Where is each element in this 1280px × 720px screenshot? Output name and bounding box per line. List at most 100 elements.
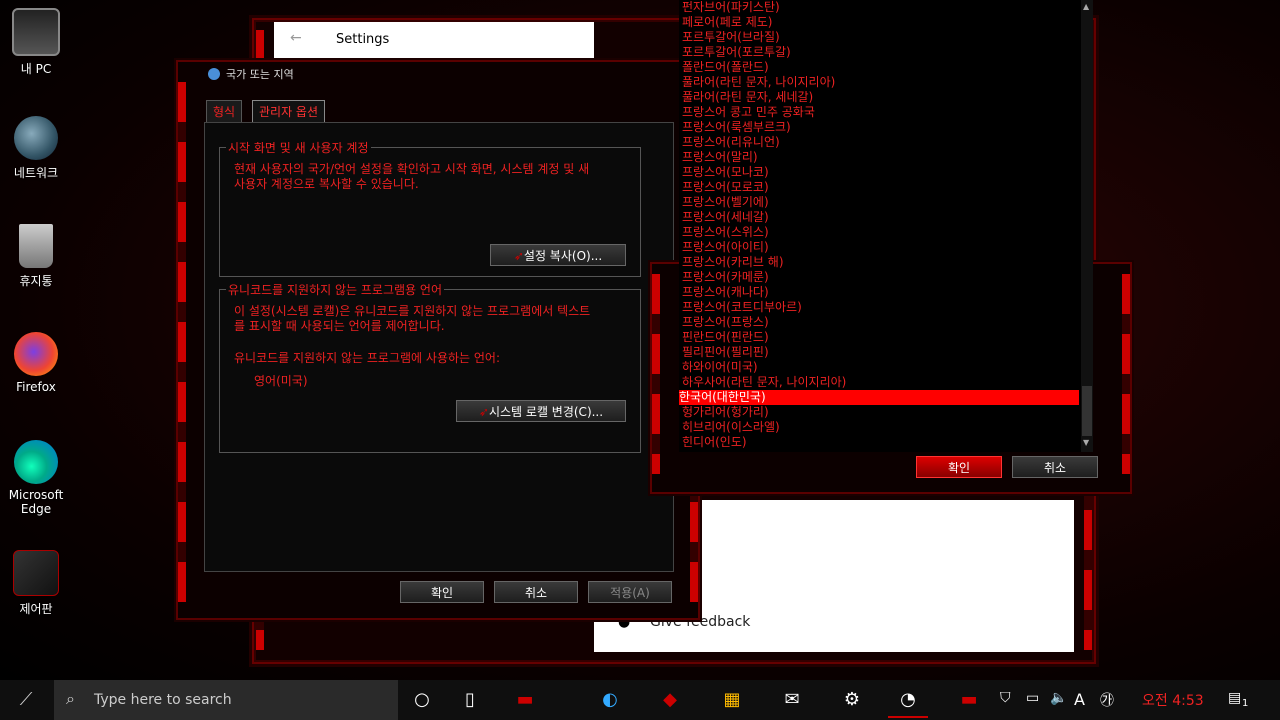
- locale-cancel-button[interactable]: 취소: [1012, 456, 1098, 478]
- desktop-icon-recycle-bin[interactable]: 휴지통: [4, 224, 68, 289]
- region-clock-icon[interactable]: ◔: [888, 684, 928, 718]
- settings-titlebar: ← Settings: [274, 22, 594, 58]
- locale-list-item[interactable]: 프랑스어(세네갈): [682, 210, 769, 225]
- tab-format[interactable]: 형식: [206, 100, 243, 123]
- locale-list-item[interactable]: 프랑스어(스위스): [682, 225, 769, 240]
- desktop-icon-network[interactable]: 네트워크: [4, 116, 68, 181]
- settings-gear-icon[interactable]: ⚙: [832, 684, 872, 716]
- locale-list-item[interactable]: 프랑스어(벨기에): [682, 195, 769, 210]
- ime-icon[interactable]: ㉮: [1100, 690, 1114, 710]
- locale-list-item[interactable]: 힌디어(인도): [682, 435, 747, 450]
- notification-count: 1: [1242, 698, 1249, 709]
- control-panel-icon: [13, 550, 59, 596]
- start-icon[interactable]: ⟋: [6, 684, 46, 716]
- store-icon[interactable]: ▦: [712, 684, 752, 716]
- locale-list-item[interactable]: 프랑스어(캐나다): [682, 285, 769, 300]
- locale-list-item[interactable]: 페로어(페로 제도): [682, 15, 772, 30]
- desktop-icon-label: Firefox: [16, 380, 56, 394]
- group-welcome-screen: 시작 화면 및 새 사용자 계정 현재 사용자의 국가/언어 설정을 확인하고 …: [219, 139, 641, 277]
- desktop-icon-firefox[interactable]: Firefox: [4, 332, 68, 394]
- taskbar-search[interactable]: ⌕ Type here to search: [54, 680, 398, 720]
- search-placeholder: Type here to search: [94, 692, 232, 708]
- locale-list-item[interactable]: 프랑스어(룩셈부르크): [682, 120, 791, 135]
- locale-list-item[interactable]: 프랑스어 콩고 민주 공화국: [682, 105, 815, 120]
- locale-list-item[interactable]: 풀라어(라틴 문자, 세네갈): [682, 90, 813, 105]
- locale-list-item[interactable]: 폴란드어(폴란드): [682, 60, 769, 75]
- region-ok-button[interactable]: 확인: [400, 581, 484, 603]
- admin-options-panel: 시작 화면 및 새 사용자 계정 현재 사용자의 국가/언어 설정을 확인하고 …: [204, 122, 674, 572]
- locale-list-item[interactable]: 프랑스어(모나코): [682, 165, 769, 180]
- tab-admin-options[interactable]: 관리자 옵션: [252, 100, 326, 123]
- armoury-icon[interactable]: ◆: [650, 684, 690, 716]
- locale-list-item[interactable]: 프랑스어(코트디부아르): [682, 300, 802, 315]
- locale-list-item[interactable]: 히브리어(이스라엘): [682, 420, 780, 435]
- group-description: 사용자 계정으로 복사할 수 있습니다.: [234, 177, 419, 191]
- desktop-icon-label: 제어판: [19, 602, 53, 616]
- locale-list-item[interactable]: 프랑스어(리유니언): [682, 135, 780, 150]
- monitor-icon: [12, 8, 60, 56]
- locale-list-item[interactable]: 프랑스어(아이티): [682, 240, 769, 255]
- locale-list-item[interactable]: 핀란드어(핀란드): [682, 330, 769, 345]
- input-indicator-icon[interactable]: A: [1074, 690, 1085, 709]
- locale-list-item[interactable]: 포르투갈어(브라질): [682, 30, 780, 45]
- shield-icon: ➶: [513, 249, 524, 263]
- locale-list-item[interactable]: 풀라어(라틴 문자, 나이지리아): [682, 75, 835, 90]
- locale-list-item[interactable]: 펀자브어(파키스탄): [682, 0, 780, 15]
- group-description: 현재 사용자의 국가/언어 설정을 확인하고 시작 화면, 시스템 계정 및 새: [234, 162, 590, 176]
- desktop-icon-this-pc[interactable]: 내 PC: [4, 8, 68, 77]
- locale-list-item[interactable]: 프랑스어(카메룬): [682, 270, 769, 285]
- change-system-locale-button[interactable]: ➶시스템 로캘 변경(C)...: [456, 400, 626, 422]
- region-dialog-title: 국가 또는 지역: [226, 68, 294, 81]
- locale-list-item[interactable]: 필리핀어(필리핀): [682, 345, 769, 360]
- locale-ok-button[interactable]: 확인: [916, 456, 1002, 478]
- list-scrollbar[interactable]: ▲ ▼: [1081, 0, 1093, 452]
- group-description: 유니코드를 지원하지 않는 프로그램에 사용하는 언어:: [234, 351, 500, 365]
- copy-settings-button[interactable]: ➶설정 복사(O)...: [490, 244, 626, 266]
- mail-icon[interactable]: ✉: [772, 684, 812, 716]
- locale-list-item[interactable]: 하우사어(라틴 문자, 나이지리아): [682, 375, 846, 390]
- trash-icon: [19, 224, 53, 268]
- desktop-icon-label: Microsoft Edge: [8, 488, 64, 516]
- volume-icon[interactable]: 🔈: [1050, 690, 1067, 706]
- scroll-down-icon[interactable]: ▼: [1083, 438, 1089, 447]
- scroll-up-icon[interactable]: ▲: [1083, 2, 1089, 11]
- shield-tray-icon[interactable]: ⛉: [1000, 690, 1011, 706]
- window-decoration: [178, 82, 186, 602]
- edge-icon: [14, 440, 58, 484]
- group-legend: 유니코드를 지원하지 않는 프로그램용 언어: [226, 281, 444, 298]
- network-icon[interactable]: ▭: [1026, 690, 1039, 706]
- desktop-icon-label: 내 PC: [20, 62, 52, 76]
- settings-title: Settings: [336, 32, 390, 47]
- decoration-icon: ▬: [960, 689, 978, 710]
- decoration-icon: ▬: [516, 689, 534, 710]
- locale-list-item[interactable]: 포르투갈어(포르투갈): [682, 45, 791, 60]
- change-locale-label: 시스템 로캘 변경(C)...: [488, 405, 604, 419]
- locale-list-item[interactable]: 프랑스어(모로코): [682, 180, 769, 195]
- edge-icon[interactable]: ◐: [590, 684, 630, 716]
- cortana-icon[interactable]: ○: [402, 684, 442, 716]
- task-view-icon[interactable]: ▯: [450, 684, 490, 716]
- notification-icon[interactable]: ▤: [1228, 690, 1241, 706]
- window-decoration: [652, 274, 660, 474]
- locale-dropdown-list[interactable]: 펀자브어(파키스탄) 페로어(페로 제도) 포르투갈어(브라질) 포르투갈어(포르투갈…: [679, 0, 1093, 452]
- back-arrow-icon[interactable]: ←: [290, 30, 302, 46]
- globe-icon: [14, 116, 58, 160]
- locale-list-item[interactable]: 프랑스어(카리브 해): [682, 255, 784, 270]
- region-dialog: 국가 또는 지역 형식 관리자 옵션 시작 화면 및 새 사용자 계정 현재 사…: [176, 60, 700, 620]
- region-globe-icon: [208, 68, 220, 80]
- desktop-icon-control-panel[interactable]: 제어판: [4, 550, 68, 617]
- group-description: 를 표시할 때 사용되는 언어를 제어합니다.: [234, 319, 445, 333]
- locale-list-item[interactable]: 헝가리어(헝가리): [682, 405, 769, 420]
- clock[interactable]: 오전 4:53: [1142, 690, 1204, 710]
- current-locale-value: 영어(미국): [254, 374, 308, 388]
- desktop-icon-label: 네트워크: [13, 166, 59, 180]
- locale-list-item[interactable]: 프랑스어(프랑스): [682, 315, 769, 330]
- scrollbar-thumb[interactable]: [1082, 386, 1092, 436]
- locale-list-item[interactable]: 한국어(대한민국): [679, 390, 1079, 405]
- desktop-icon-edge[interactable]: Microsoft Edge: [4, 440, 68, 516]
- group-system-locale: 유니코드를 지원하지 않는 프로그램용 언어 이 설정(시스템 로캘)은 유니코…: [219, 281, 641, 453]
- region-cancel-button[interactable]: 취소: [494, 581, 578, 603]
- locale-list-item[interactable]: 하와이어(미국): [682, 360, 758, 375]
- region-apply-button[interactable]: 적용(A): [588, 581, 672, 603]
- locale-list-item[interactable]: 프랑스어(말리): [682, 150, 758, 165]
